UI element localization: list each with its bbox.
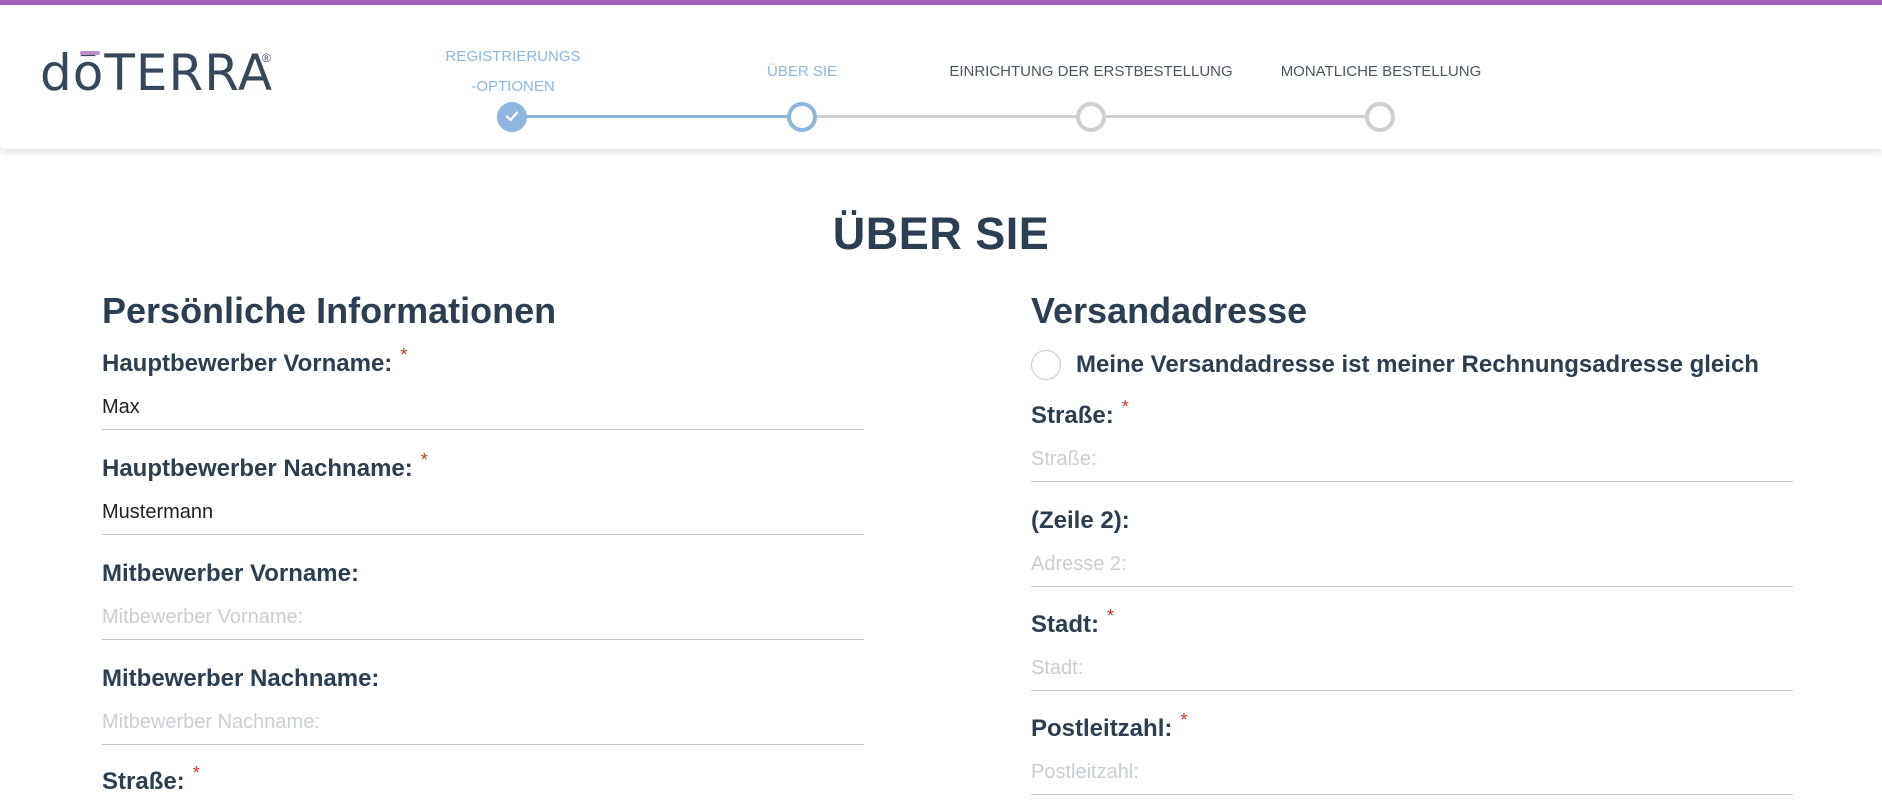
step-dot-registration-options[interactable] — [497, 102, 527, 132]
personal-info-title: Persönliche Informationen — [102, 290, 557, 331]
page-title: ÜBER SIE — [832, 208, 1050, 259]
field-label: Hauptbewerber Nachname: — [102, 455, 413, 482]
field-label: Straße: — [1031, 402, 1114, 429]
step-label-line-2: -OPTIONEN — [471, 78, 555, 95]
required-marker: * — [1107, 606, 1115, 626]
logo-registered-mark: ® — [262, 51, 271, 65]
shipping-address-title: Versandadresse — [1031, 290, 1308, 331]
primary-first-name-field: Hauptbewerber Vorname: * — [102, 345, 864, 430]
personal-street-field: Straße: * — [102, 763, 864, 796]
field-label: Stadt: — [1031, 611, 1099, 638]
step-dot-about-you[interactable] — [787, 102, 817, 132]
required-marker: * — [192, 763, 200, 783]
field-label: Straße: — [102, 768, 185, 795]
step-label-line-1: REGISTRIERUNGS — [445, 48, 581, 65]
field-label: Hauptbewerber Vorname: — [102, 350, 393, 377]
check-icon — [505, 111, 519, 122]
same-as-billing-checkbox[interactable] — [1031, 350, 1061, 380]
field-label: Mitbewerber Vorname: — [102, 560, 359, 587]
step-connector-3 — [1106, 115, 1380, 118]
co-applicant-first-name-input[interactable] — [102, 596, 864, 640]
field-label: (Zeile 2): — [1031, 507, 1130, 534]
same-as-billing-label: Meine Versandadresse ist meiner Rechnung… — [1076, 351, 1759, 378]
step-label-about-you: ÜBER SIE — [722, 57, 882, 87]
logo-text: dōTERRA — [40, 44, 274, 102]
step-dot-monthly-order[interactable] — [1365, 102, 1395, 132]
step-label-first-order-setup: EINRICHTUNG DER ERSTBESTELLUNG — [931, 57, 1251, 87]
primary-last-name-input[interactable] — [102, 491, 864, 535]
step-label-line-1: ÜBER SIE — [766, 63, 838, 80]
shipping-postal-code-input[interactable] — [1031, 751, 1793, 795]
co-applicant-first-name-field: Mitbewerber Vorname: — [102, 560, 864, 640]
shipping-address-line2-field: (Zeile 2): — [1031, 507, 1793, 587]
shipping-street-field: Straße: * — [1031, 397, 1793, 482]
header: dōTERRA ® REGISTRIERUNGS -OPTIONEN ÜBER … — [0, 5, 1882, 149]
shipping-city-input[interactable] — [1031, 647, 1793, 691]
same-as-billing-option[interactable]: Meine Versandadresse ist meiner Rechnung… — [1031, 350, 1759, 380]
required-marker: * — [1180, 710, 1188, 730]
co-applicant-last-name-field: Mitbewerber Nachname: — [102, 665, 864, 745]
logo-accent-mark — [80, 51, 100, 55]
shipping-postal-code-field: Postleitzahl: * — [1031, 710, 1793, 795]
shipping-street-input[interactable] — [1031, 438, 1793, 482]
field-label: Postleitzahl: — [1031, 715, 1173, 742]
shipping-city-field: Stadt: * — [1031, 606, 1793, 691]
required-marker: * — [1121, 397, 1129, 417]
step-label-line-1: MONATLICHE BESTELLUNG — [1280, 63, 1482, 80]
field-label: Mitbewerber Nachname: — [102, 665, 380, 692]
step-connector-2 — [817, 115, 1090, 118]
step-label-registration-options: REGISTRIERUNGS -OPTIONEN — [433, 42, 593, 102]
step-label-monthly-order: MONATLICHE BESTELLUNG — [1231, 57, 1531, 87]
co-applicant-last-name-input[interactable] — [102, 701, 864, 745]
doterra-logo[interactable]: dōTERRA ® — [40, 43, 273, 103]
required-marker: * — [400, 345, 408, 365]
shipping-address-line2-input[interactable] — [1031, 543, 1793, 587]
required-marker: * — [420, 450, 428, 470]
primary-first-name-input[interactable] — [102, 386, 864, 430]
step-dot-first-order-setup[interactable] — [1076, 102, 1106, 132]
step-connector-1 — [527, 115, 802, 118]
step-label-line-1: EINRICHTUNG DER ERSTBESTELLUNG — [949, 63, 1233, 80]
primary-last-name-field: Hauptbewerber Nachname: * — [102, 450, 864, 535]
